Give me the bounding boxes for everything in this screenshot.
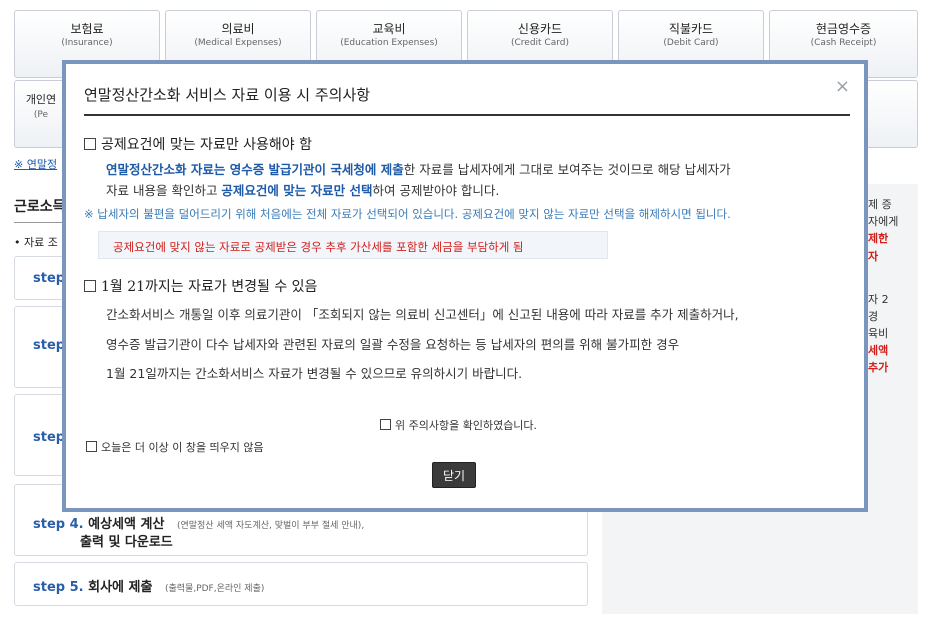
category-label-en: (Medical Expenses) <box>194 38 282 48</box>
highlight-text: 연말정산간소화 자료는 영수증 발급기관이 국세청에 제출 <box>106 162 404 177</box>
confirm-checkbox-label: 위 주의사항을 확인하였습니다. <box>395 419 538 432</box>
step-5[interactable]: step 5. 회사에 제출 (출력물,PDF,온라인 제출) <box>14 562 588 606</box>
section2-heading: 1월 21까지는 자료가 변경될 수 있음 <box>84 276 317 296</box>
side-text: 자 2 <box>868 293 889 306</box>
category-label: 현금영수증 <box>815 22 872 36</box>
close-button[interactable]: 닫기 <box>432 462 476 488</box>
side-text: 제 증 <box>868 198 892 211</box>
step-desc: (출력물,PDF,온라인 제출) <box>164 584 265 594</box>
highlight-text: 공제요건에 맞는 자료만 선택 <box>221 183 373 198</box>
no-show-checkbox-label: 오늘은 더 이상 이 창을 띄우지 않음 <box>101 441 264 454</box>
step-label: step <box>33 430 66 445</box>
section2-heading-text: 1월 21까지는 자료가 변경될 수 있음 <box>101 279 318 295</box>
close-icon[interactable]: × <box>835 78 850 96</box>
step-desc: (연말정산 세액 자도계산, 맞벌이 부부 절세 안내), <box>176 521 365 531</box>
notice-link[interactable]: ※ 연말정 <box>14 156 57 172</box>
checkbox-icon[interactable] <box>86 441 97 452</box>
confirm-checkbox[interactable]: 위 주의사항을 확인하였습니다. <box>380 417 537 433</box>
paragraph-text: 자료 내용을 확인하고 <box>106 183 222 198</box>
step-label: step <box>33 338 66 353</box>
section2-line: 1월 21일까지는 간소화서비스 자료가 변경될 수 있으므로 유의하시기 바랍… <box>106 366 523 381</box>
warning-text: 공제요건에 맞지 않는 자료로 공제받은 경우 추후 가산세를 포함한 세금을 … <box>113 240 524 254</box>
step-label: step 5. <box>33 580 84 595</box>
category-label-en: (Insurance) <box>61 38 113 48</box>
category-label: 직불카드 <box>668 22 714 36</box>
side-text: 제한 <box>868 232 889 245</box>
modal-title: 연말정산간소화 서비스 자료 이용 시 주의사항 <box>84 86 371 104</box>
paragraph-text: 하여 공제받아야 합니다. <box>372 183 500 198</box>
step-title-line2: 출력 및 다운로드 <box>80 535 173 550</box>
category-label: 신용카드 <box>517 22 563 36</box>
side-text: 자 <box>868 250 879 263</box>
section1-heading-text: 공제요건에 맞는 자료만 사용해야 함 <box>101 137 312 153</box>
square-bullet-icon <box>84 280 96 292</box>
no-show-today-checkbox[interactable]: 오늘은 더 이상 이 창을 띄우지 않음 <box>86 439 264 455</box>
section-title: 근로소득 <box>14 199 66 215</box>
checkbox-icon[interactable] <box>380 419 391 430</box>
category-label: 개인연 <box>25 93 57 106</box>
side-text: 경 <box>868 310 879 323</box>
step-label: step 4. <box>33 517 84 532</box>
square-bullet-icon <box>84 138 96 150</box>
tip-note: ※ 납세자의 불편을 덜어드리기 위해 처음에는 전체 자료가 선택되어 있습니… <box>84 207 731 221</box>
step-label: step <box>33 271 66 286</box>
category-label-en: (Education Expenses) <box>340 38 438 48</box>
warning-box: 공제요건에 맞지 않는 자료로 공제받은 경우 추후 가산세를 포함한 세금을 … <box>98 231 608 259</box>
category-label: 의료비 <box>221 22 255 36</box>
side-text: 세액 <box>868 344 889 357</box>
paragraph-text: 한 자료를 납세자에게 그대로 보여주는 것이므로 해당 납세자가 <box>403 162 731 177</box>
title-divider <box>84 114 850 116</box>
side-text: 추가 <box>868 361 889 374</box>
category-label: 보험료 <box>70 22 104 36</box>
category-label-en: (Debit Card) <box>663 38 719 48</box>
side-text: 육비 <box>868 327 889 340</box>
category-label-en: (Credit Card) <box>510 38 569 48</box>
section1-paragraph: 연말정산간소화 자료는 영수증 발급기관이 국세청에 제출한 자료를 납세자에게… <box>106 159 866 201</box>
step-title: 예상세액 계산 <box>88 517 165 532</box>
sub-bullet: • 자료 조 <box>14 236 58 249</box>
step-title: 회사에 제출 <box>88 580 153 595</box>
section2-line: 영수증 발급기관이 다수 납세자와 관련된 자료의 일괄 수정을 요청하는 등 … <box>106 337 680 352</box>
category-label-en: (Pe <box>33 110 49 120</box>
section1-heading: 공제요건에 맞는 자료만 사용해야 함 <box>84 134 312 154</box>
category-label-en: (Cash Receipt) <box>810 38 877 48</box>
category-label: 교육비 <box>372 22 406 36</box>
side-text: 자에게 <box>868 215 899 228</box>
section2-line: 간소화서비스 개통일 이후 의료기관이 「조회되지 않는 의료비 신고센터」에 … <box>106 307 739 322</box>
notice-modal: 연말정산간소화 서비스 자료 이용 시 주의사항 × 공제요건에 맞는 자료만 … <box>62 60 868 512</box>
